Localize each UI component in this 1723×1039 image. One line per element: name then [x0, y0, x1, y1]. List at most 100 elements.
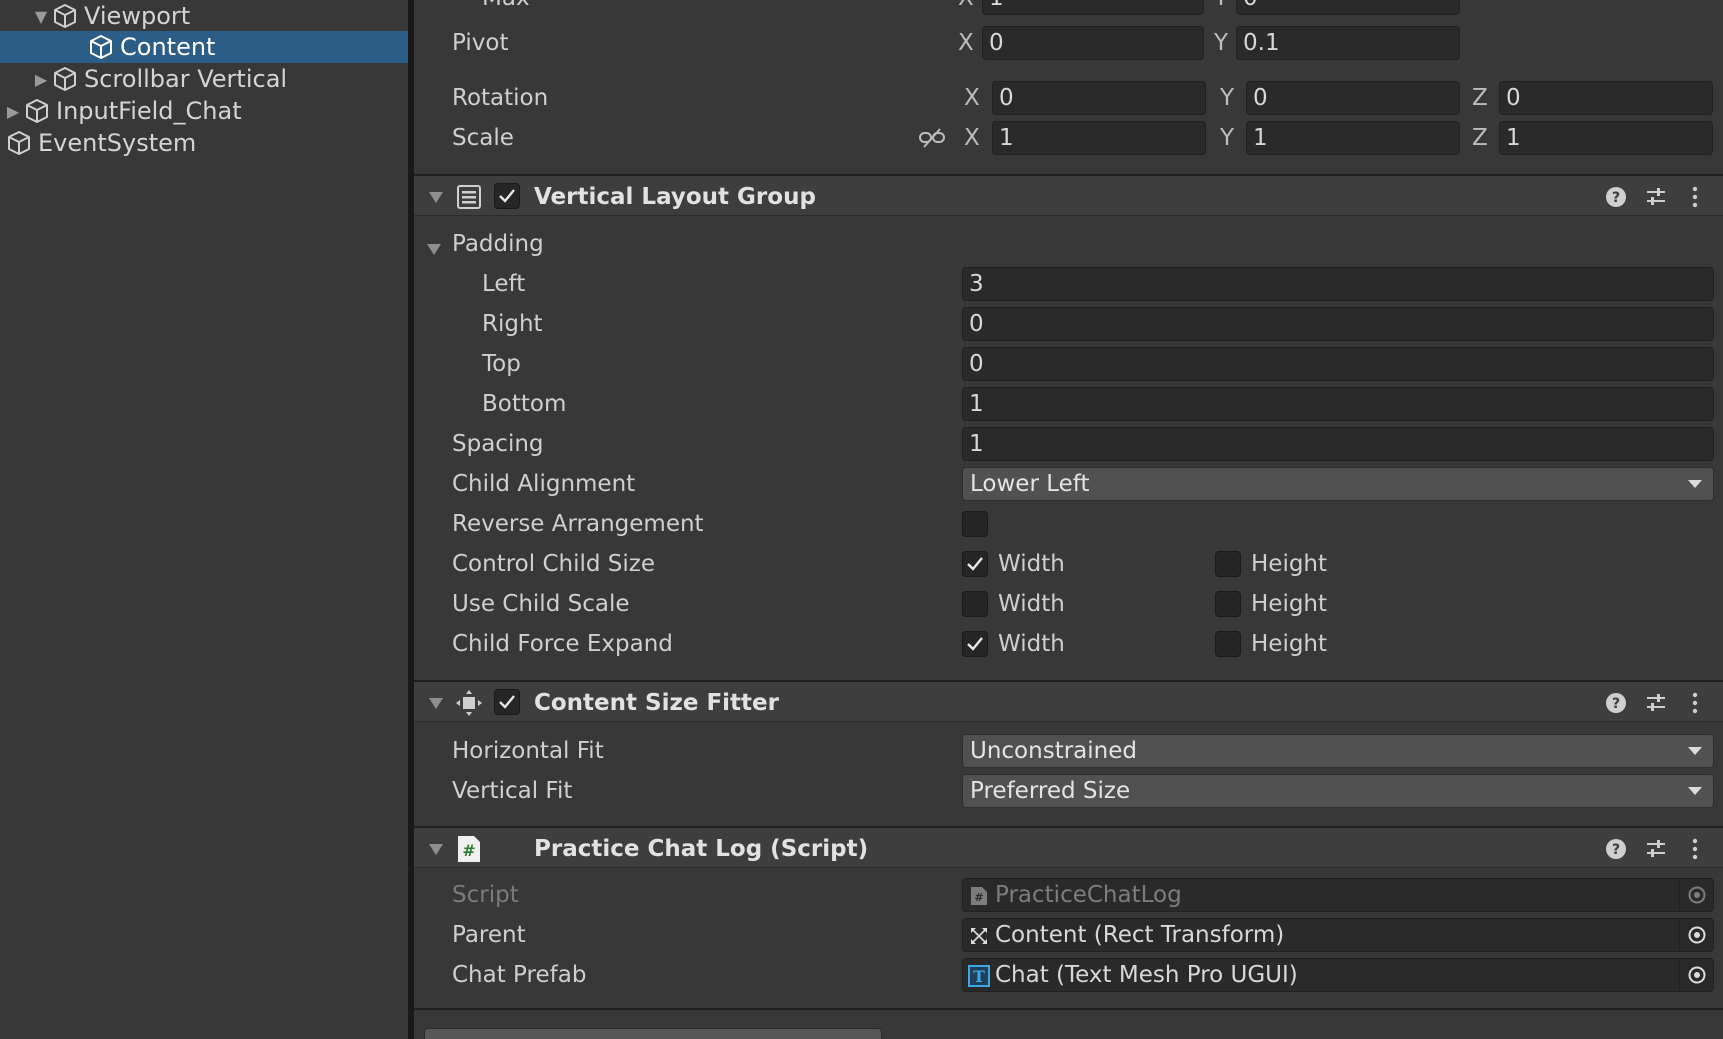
width-label: Width: [998, 631, 1065, 657]
practice-chat-log-header[interactable]: # Practice Chat Log (Script) ?: [414, 826, 1723, 868]
unlinked-chain-icon[interactable]: [918, 126, 946, 150]
hierarchy-item-viewport[interactable]: ▼ Viewport: [0, 0, 408, 32]
pivot-x-field[interactable]: 0: [982, 26, 1204, 60]
hierarchy-item-content[interactable]: Content: [0, 31, 408, 63]
scale-row: Scale X 1 Y 1 Z 1: [414, 120, 1723, 156]
axis-y-label[interactable]: Y: [1220, 120, 1234, 156]
svg-text:?: ?: [1612, 842, 1620, 858]
axis-x-label[interactable]: X: [964, 80, 980, 116]
cube-icon: [22, 96, 52, 126]
presets-icon[interactable]: [1643, 690, 1669, 716]
control-child-size-height-checkbox[interactable]: [1215, 551, 1241, 577]
scale-y-field[interactable]: 1: [1246, 121, 1460, 155]
fold-arrow-icon[interactable]: [424, 682, 448, 724]
script-value: PracticeChatLog: [995, 882, 1182, 908]
hierarchy-item-inputfield-chat[interactable]: ▶ InputField_Chat: [0, 95, 408, 127]
hierarchy-label: Scrollbar Vertical: [84, 65, 288, 93]
component-divider: [414, 1008, 1723, 1010]
parent-object-field[interactable]: Content (Rect Transform): [962, 918, 1714, 952]
content-size-fitter-header[interactable]: Content Size Fitter ?: [414, 680, 1723, 722]
anchor-max-y-field[interactable]: 0: [1236, 0, 1460, 15]
hierarchy-label: InputField_Chat: [56, 97, 242, 125]
help-icon[interactable]: ?: [1603, 836, 1629, 862]
svg-text:?: ?: [1612, 696, 1620, 712]
anchor-max-x-field[interactable]: 1: [982, 0, 1204, 15]
parent-row: Parent Content (Rect Transform): [414, 917, 1723, 953]
add-component-button[interactable]: [424, 1028, 882, 1039]
rect-transform-icon: [968, 925, 990, 947]
reverse-arrangement-row: Reverse Arrangement: [414, 506, 1723, 542]
chat-prefab-label: Chat Prefab: [452, 962, 587, 988]
help-icon[interactable]: ?: [1603, 690, 1629, 716]
more-options-icon[interactable]: [1682, 690, 1708, 716]
pivot-y-field[interactable]: 0.1: [1236, 26, 1460, 60]
axis-z-label[interactable]: Z: [1472, 80, 1488, 116]
axis-z-label[interactable]: Z: [1472, 120, 1488, 156]
rotation-y-field[interactable]: 0: [1246, 81, 1460, 115]
horizontal-fit-dropdown[interactable]: Unconstrained: [962, 734, 1714, 768]
use-child-scale-height-checkbox[interactable]: [1215, 591, 1241, 617]
scale-label: Scale: [452, 125, 514, 151]
axis-x-label[interactable]: X: [958, 25, 974, 61]
padding-top-row: Top 0: [414, 346, 1723, 382]
help-icon[interactable]: ?: [1603, 184, 1629, 210]
expand-arrow-icon[interactable]: ▼: [32, 0, 50, 32]
more-options-icon[interactable]: [1682, 836, 1708, 862]
padding-bottom-field[interactable]: 1: [962, 387, 1714, 421]
collapse-arrow-icon[interactable]: ▶: [4, 95, 22, 127]
scale-z-field[interactable]: 1: [1499, 121, 1713, 155]
fold-arrow-icon[interactable]: [424, 828, 448, 870]
object-picker-icon[interactable]: [1679, 919, 1713, 951]
more-options-icon[interactable]: [1682, 184, 1708, 210]
hierarchy-item-scrollbar-vertical[interactable]: ▶ Scrollbar Vertical: [0, 63, 408, 95]
hierarchy-item-eventsystem[interactable]: EventSystem: [0, 127, 408, 159]
presets-icon[interactable]: [1643, 836, 1669, 862]
fold-arrow-icon[interactable]: [426, 237, 442, 262]
component-enabled-checkbox[interactable]: [494, 689, 520, 715]
reverse-arrangement-label: Reverse Arrangement: [452, 511, 704, 537]
rotation-x-field[interactable]: 0: [992, 81, 1206, 115]
component-enabled-checkbox[interactable]: [494, 183, 520, 209]
child-force-expand-height-checkbox[interactable]: [1215, 631, 1241, 657]
axis-y-label[interactable]: Y: [1220, 80, 1234, 116]
fold-arrow-icon[interactable]: [424, 176, 448, 218]
width-label: Width: [998, 551, 1065, 577]
padding-left-label: Left: [482, 271, 526, 297]
cube-icon: [50, 1, 80, 31]
horizontal-fit-row: Horizontal Fit Unconstrained: [414, 733, 1723, 769]
axis-x-label[interactable]: X: [958, 0, 974, 16]
svg-text:T: T: [973, 967, 985, 986]
spacing-field[interactable]: 1: [962, 427, 1714, 461]
child-alignment-row: Child Alignment Lower Left: [414, 466, 1723, 502]
vertical-fit-dropdown[interactable]: Preferred Size: [962, 774, 1714, 808]
use-child-scale-label: Use Child Scale: [452, 591, 630, 617]
scale-x-field[interactable]: 1: [992, 121, 1206, 155]
rotation-row: Rotation X 0 Y 0 Z 0: [414, 80, 1723, 116]
object-picker-icon[interactable]: [1679, 959, 1713, 991]
padding-right-field[interactable]: 0: [962, 307, 1714, 341]
padding-bottom-row: Bottom 1: [414, 386, 1723, 422]
axis-y-label[interactable]: Y: [1214, 0, 1228, 16]
control-child-size-width-checkbox[interactable]: [962, 551, 988, 577]
reverse-arrangement-checkbox[interactable]: [962, 511, 988, 537]
script-row: Script # PracticeChatLog: [414, 877, 1723, 913]
dropdown-value: Preferred Size: [970, 778, 1131, 804]
padding-left-field[interactable]: 3: [962, 267, 1714, 301]
padding-top-field[interactable]: 0: [962, 347, 1714, 381]
collapse-arrow-icon[interactable]: ▶: [32, 63, 50, 95]
use-child-scale-width-checkbox[interactable]: [962, 591, 988, 617]
padding-right-label: Right: [482, 311, 543, 337]
child-force-expand-width-checkbox[interactable]: [962, 631, 988, 657]
child-alignment-dropdown[interactable]: Lower Left: [962, 467, 1714, 501]
axis-y-label[interactable]: Y: [1214, 25, 1228, 61]
vertical-layout-group-header[interactable]: Vertical Layout Group ?: [414, 174, 1723, 216]
padding-foldout-row[interactable]: Padding: [414, 226, 1723, 262]
rotation-z-field[interactable]: 0: [1499, 81, 1713, 115]
hierarchy-panel: ▼ Viewport Content ▶ Scrollbar Vertical …: [0, 0, 408, 1039]
padding-right-row: Right 0: [414, 306, 1723, 342]
height-label: Height: [1251, 591, 1328, 617]
presets-icon[interactable]: [1643, 184, 1669, 210]
axis-x-label[interactable]: X: [964, 120, 980, 156]
child-force-expand-row: Child Force Expand Width Height: [414, 626, 1723, 662]
chat-prefab-object-field[interactable]: T Chat (Text Mesh Pro UGUI): [962, 958, 1714, 992]
